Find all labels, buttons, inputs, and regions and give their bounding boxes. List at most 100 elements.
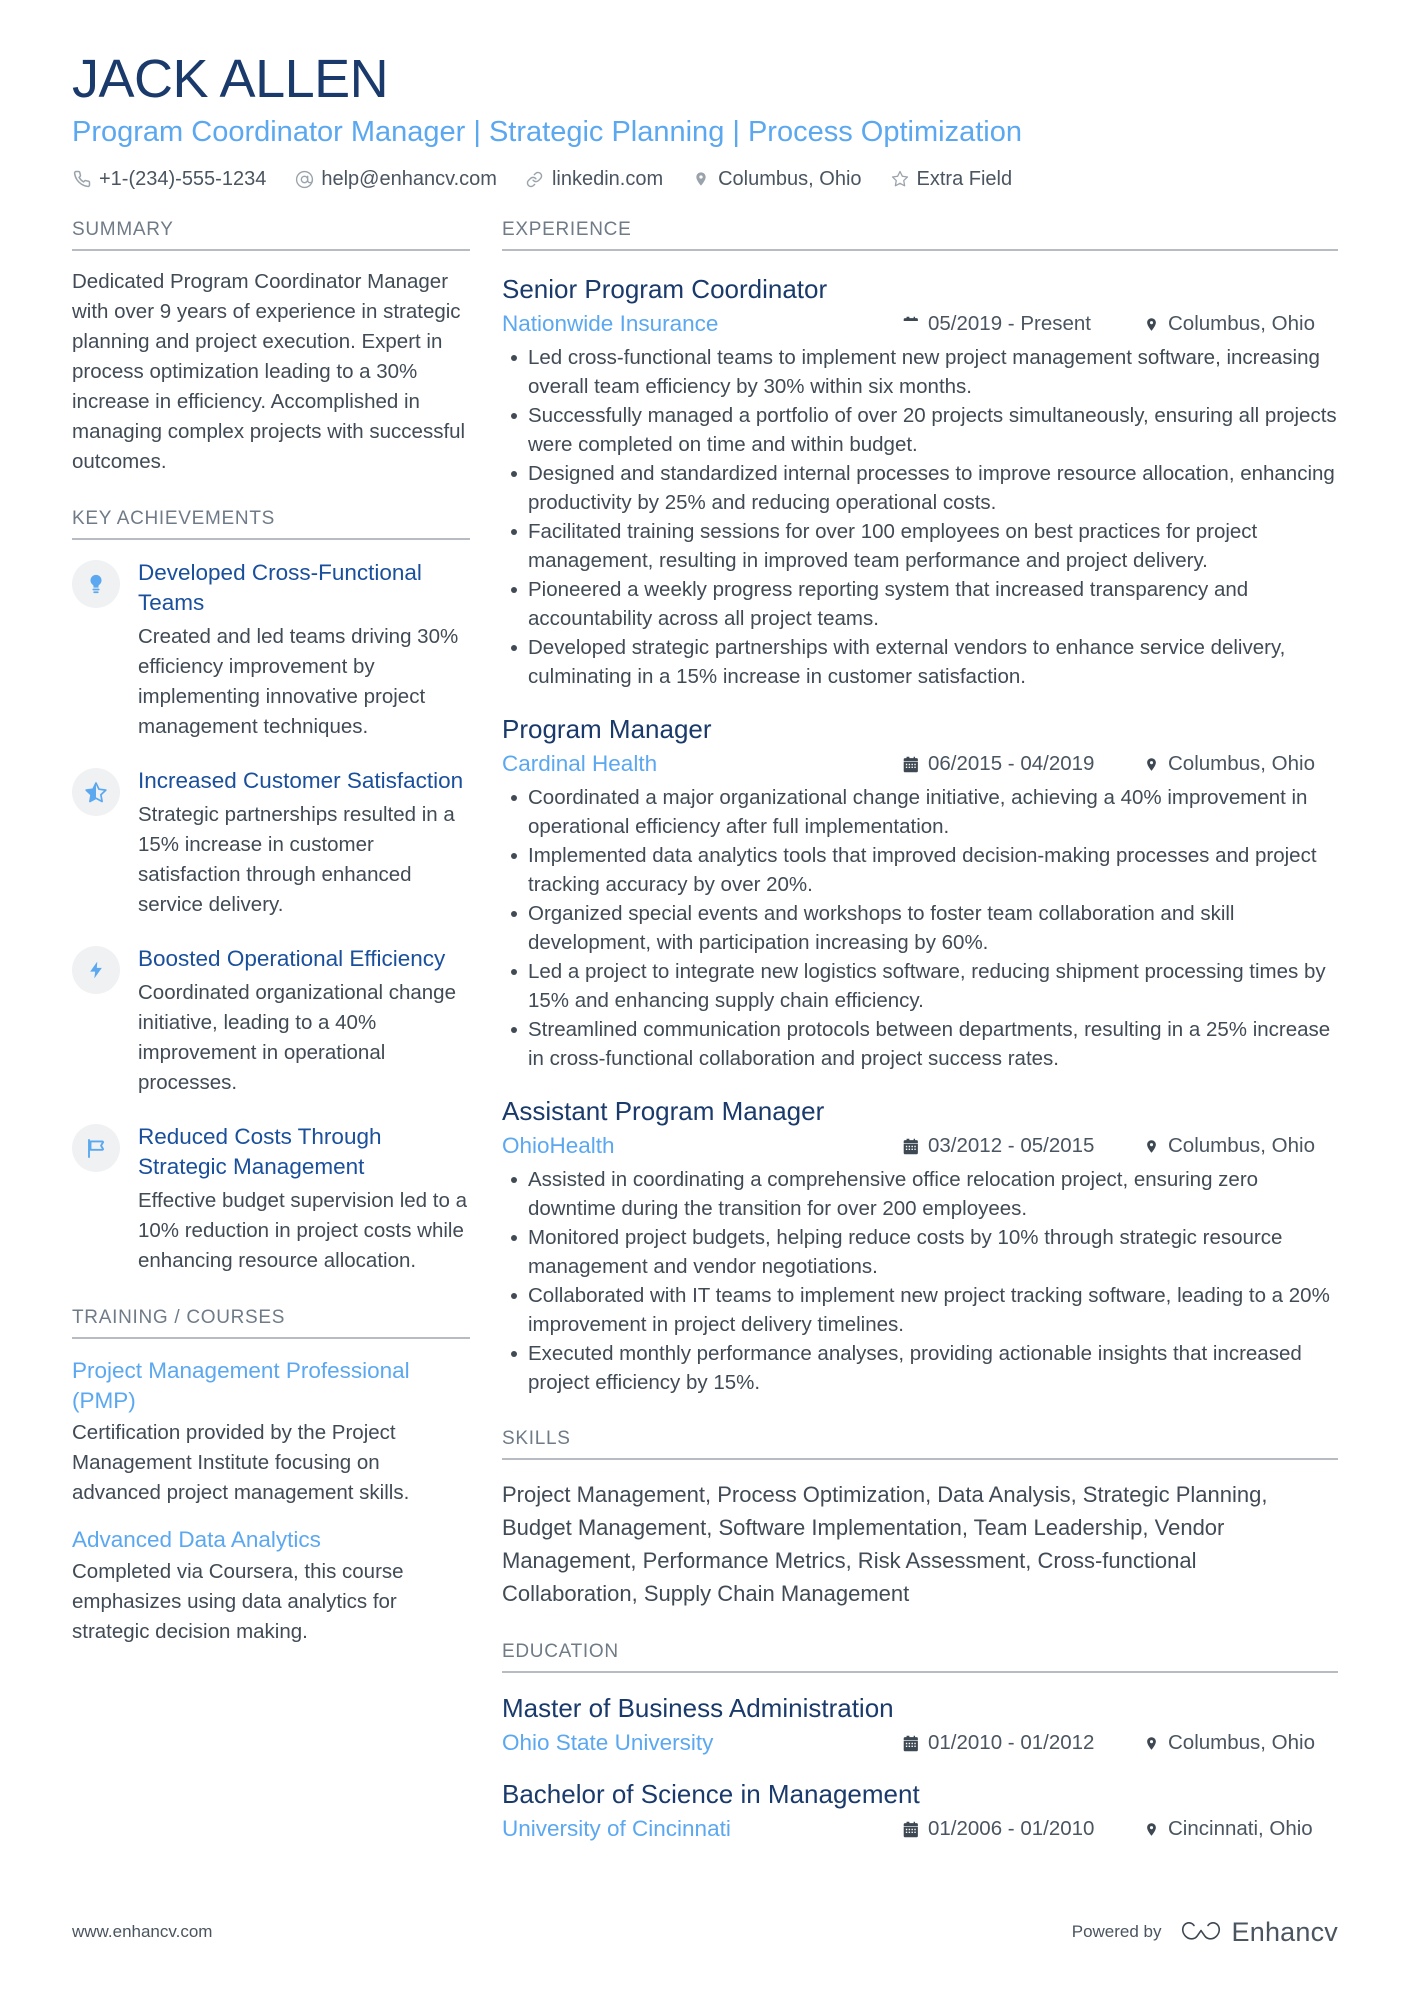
education-degree: Master of Business Administration xyxy=(502,1693,894,1723)
contact-location: Columbus, Ohio xyxy=(691,166,862,192)
location-pin-icon xyxy=(1142,1136,1160,1156)
calendar-icon xyxy=(902,314,920,334)
location-pin-icon xyxy=(691,169,711,189)
education-location-text: Columbus, Ohio xyxy=(1168,1731,1315,1754)
job-location-text: Columbus, Ohio xyxy=(1168,312,1315,335)
resume-header: JACK ALLEN Program Coordinator Manager |… xyxy=(72,0,1338,192)
job-date: 06/2015 - 04/2019 xyxy=(902,748,1142,780)
job-location: Columbus, Ohio xyxy=(1142,308,1315,340)
education-school: University of Cincinnati xyxy=(502,1816,731,1841)
job-bullet: Facilitated training sessions for over 1… xyxy=(511,517,1338,575)
job-location-text: Columbus, Ohio xyxy=(1168,1134,1315,1157)
job-date: 03/2012 - 05/2015 xyxy=(902,1130,1142,1162)
job-bullet: Executed monthly performance analyses, p… xyxy=(511,1339,1338,1397)
education-location-text: Cincinnati, Ohio xyxy=(1168,1817,1313,1840)
education-date: 01/2010 - 01/2012 xyxy=(902,1727,1142,1759)
job-date-text: 05/2019 - Present xyxy=(928,312,1091,335)
education-item: Bachelor of Science in Management Univer… xyxy=(502,1776,1338,1845)
job-date: 05/2019 - Present xyxy=(902,308,1142,340)
contact-phone-text: +1-(234)-555-1234 xyxy=(99,168,267,190)
achievement-title: Increased Customer Satisfaction xyxy=(138,768,464,793)
education-school: Ohio State University xyxy=(502,1730,714,1755)
resume-page: JACK ALLEN Program Coordinator Manager |… xyxy=(0,0,1410,1995)
enhancv-logo-icon xyxy=(1180,1919,1222,1945)
achievement-body: Boosted Operational Efficiency Coordinat… xyxy=(138,944,470,1098)
job-meta: OhioHealth 03/2012 - 05/2015 Columbus, O… xyxy=(502,1130,1338,1162)
contact-email[interactable]: help@enhancv.com xyxy=(294,166,497,192)
job-bullet: Monitored project budgets, helping reduc… xyxy=(511,1223,1338,1281)
section-title-training-courses: TRAINING / COURSES xyxy=(72,1306,470,1339)
achievement-title: Developed Cross-Functional Teams xyxy=(138,560,422,615)
job-bullet: Implemented data analytics tools that im… xyxy=(511,841,1338,899)
job-date-text: 06/2015 - 04/2019 xyxy=(928,752,1095,775)
job-company: OhioHealth xyxy=(502,1133,615,1158)
achievement-item: Developed Cross-Functional Teams Created… xyxy=(72,558,470,742)
experience-item: Assistant Program Manager OhioHealth 03/… xyxy=(502,1093,1338,1397)
phone-icon xyxy=(72,169,92,189)
course-desc: Certification provided by the Project Ma… xyxy=(72,1421,410,1504)
job-bullet: Assisted in coordinating a comprehensive… xyxy=(511,1165,1338,1223)
achievement-desc: Created and led teams driving 30% effici… xyxy=(138,625,459,738)
achievement-item: Increased Customer Satisfaction Strategi… xyxy=(72,766,470,920)
contact-extra-field-text: Extra Field xyxy=(916,168,1013,190)
achievement-desc: Coordinated organizational change initia… xyxy=(138,981,456,1094)
job-bullet: Streamlined communication protocols betw… xyxy=(511,1015,1338,1073)
job-bullets: Coordinated a major organizational chang… xyxy=(502,783,1338,1073)
experience-item: Senior Program Coordinator Nationwide In… xyxy=(502,271,1338,691)
contact-location-text: Columbus, Ohio xyxy=(718,168,862,190)
achievement-body: Reduced Costs Through Strategic Manageme… xyxy=(138,1122,470,1276)
footer-brand: Powered by Enhancv xyxy=(1072,1917,1338,1947)
location-pin-icon xyxy=(1142,314,1160,334)
job-title: Assistant Program Manager xyxy=(502,1096,825,1126)
achievement-body: Developed Cross-Functional Teams Created… xyxy=(138,558,470,742)
calendar-icon xyxy=(902,1136,920,1156)
powered-by-label: Powered by xyxy=(1071,1922,1162,1941)
star-icon xyxy=(890,169,910,189)
star-half-icon xyxy=(72,768,120,816)
calendar-icon xyxy=(902,1819,920,1839)
job-bullets: Led cross-functional teams to implement … xyxy=(502,343,1338,691)
achievement-desc: Effective budget supervision led to a 10… xyxy=(138,1189,467,1272)
skills-text: Project Management, Process Optimization… xyxy=(502,1482,1268,1606)
contact-link[interactable]: linkedin.com xyxy=(525,166,663,192)
job-meta: Cardinal Health 06/2015 - 04/2019 Columb… xyxy=(502,748,1338,780)
section-education: EDUCATION Master of Business Administrat… xyxy=(502,1640,1338,1845)
achievement-title: Reduced Costs Through Strategic Manageme… xyxy=(138,1124,382,1179)
location-pin-icon xyxy=(1142,754,1160,774)
section-summary: SUMMARY Dedicated Program Coordinator Ma… xyxy=(72,218,470,477)
section-title-education: EDUCATION xyxy=(502,1640,1338,1673)
flag-icon xyxy=(72,1124,120,1172)
job-bullets: Assisted in coordinating a comprehensive… xyxy=(502,1165,1338,1397)
job-bullet: Led a project to integrate new logistics… xyxy=(511,957,1338,1015)
email-icon xyxy=(294,169,314,189)
job-meta: Nationwide Insurance 05/2019 - Present C… xyxy=(502,308,1338,340)
footer-url[interactable]: www.enhancv.com xyxy=(72,1921,212,1943)
lightbulb-icon xyxy=(72,560,120,608)
education-meta: University of Cincinnati 01/2006 - 01/20… xyxy=(502,1813,1338,1845)
calendar-icon xyxy=(902,754,920,774)
contact-email-text: help@enhancv.com xyxy=(321,168,497,190)
contact-phone[interactable]: +1-(234)-555-1234 xyxy=(72,166,266,192)
course-item: Project Management Professional (PMP) Ce… xyxy=(72,1356,470,1508)
achievement-list: Developed Cross-Functional Teams Created… xyxy=(72,558,470,1276)
education-degree: Bachelor of Science in Management xyxy=(502,1779,920,1809)
contact-row: +1-(234)-555-1234 help@enhancv.com linke… xyxy=(72,166,1338,192)
resume-body: SUMMARY Dedicated Program Coordinator Ma… xyxy=(72,218,1338,1845)
job-location: Columbus, Ohio xyxy=(1142,748,1315,780)
job-title: Senior Program Coordinator xyxy=(502,274,828,304)
achievement-title: Boosted Operational Efficiency xyxy=(138,946,446,971)
achievement-item: Reduced Costs Through Strategic Manageme… xyxy=(72,1122,470,1276)
education-date: 01/2006 - 01/2010 xyxy=(902,1813,1142,1845)
job-bullet: Coordinated a major organizational chang… xyxy=(511,783,1338,841)
section-experience: EXPERIENCE Senior Program Coordinator Na… xyxy=(502,218,1338,1397)
course-title: Project Management Professional (PMP) xyxy=(72,1358,410,1413)
job-bullet: Collaborated with IT teams to implement … xyxy=(511,1281,1338,1339)
location-pin-icon xyxy=(1142,1733,1160,1753)
education-location: Columbus, Ohio xyxy=(1142,1727,1315,1759)
education-item: Master of Business Administration Ohio S… xyxy=(502,1690,1338,1759)
resume-footer: www.enhancv.com Powered by Enhancv xyxy=(72,1917,1338,1947)
job-bullet: Successfully managed a portfolio of over… xyxy=(511,401,1338,459)
job-company: Cardinal Health xyxy=(502,751,658,776)
contact-link-text: linkedin.com xyxy=(551,168,664,190)
course-desc: Completed via Coursera, this course emph… xyxy=(72,1560,404,1643)
